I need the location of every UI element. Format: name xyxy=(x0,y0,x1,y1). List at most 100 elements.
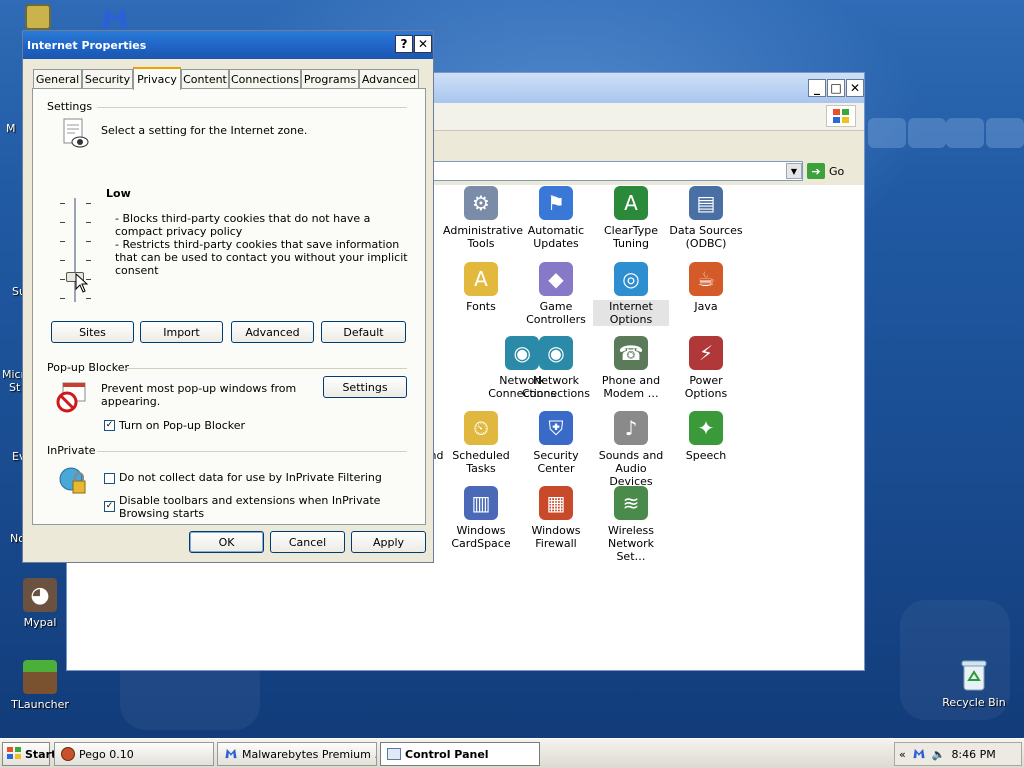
taskbar-button-pego[interactable]: Pego 0.10 xyxy=(54,742,214,766)
phone-modem-icon: ☎ xyxy=(614,336,648,370)
control-panel-item[interactable]: ▦ Windows Firewall xyxy=(518,486,594,550)
tab-security[interactable]: Security xyxy=(82,69,133,89)
desktop-partial-label: St xyxy=(9,381,21,394)
control-panel-item-label: Fonts xyxy=(466,300,496,313)
settings-instruction: Select a setting for the Internet zone. xyxy=(101,124,308,137)
control-panel-item[interactable]: ⚙ Administrative Tools xyxy=(443,186,524,250)
scheduled-tasks-icon: ⏲ xyxy=(464,411,498,445)
sites-button[interactable]: Sites xyxy=(51,321,134,343)
control-panel-item[interactable]: ▥ Windows CardSpace xyxy=(443,486,519,550)
tab-connections[interactable]: Connections xyxy=(229,69,301,89)
minimize-button[interactable]: _ xyxy=(808,79,826,97)
malwarebytes-icon[interactable] xyxy=(100,4,130,30)
chevron-down-icon[interactable]: ▼ xyxy=(786,163,802,179)
decor-tile xyxy=(986,118,1024,148)
internet-options-icon: ◎ xyxy=(614,262,648,296)
control-panel-item[interactable]: ≋ Wireless Network Set… xyxy=(593,486,669,563)
windows-logo-icon xyxy=(6,746,22,763)
privacy-level-description-2: - Restricts third-party cookies that sav… xyxy=(115,238,408,277)
taskbar-button-malwarebytes[interactable]: Malwarebytes Premium … xyxy=(217,742,377,766)
inprivate-lock-icon xyxy=(57,465,89,497)
control-panel-item[interactable]: ◉ Network Connections xyxy=(518,336,594,400)
desktop-icon-label: Recycle Bin xyxy=(942,696,1006,709)
tab-content[interactable]: Content xyxy=(181,69,229,89)
control-panel-item[interactable]: ✦ Speech xyxy=(668,411,744,462)
malwarebytes-tray-icon[interactable] xyxy=(912,747,926,762)
control-panel-item[interactable]: ☕ Java xyxy=(668,262,744,313)
start-button[interactable]: Start xyxy=(2,742,56,766)
desktop-icon-label: TLauncher xyxy=(11,698,69,711)
cancel-button[interactable]: Cancel xyxy=(270,531,345,553)
taskbar-button-control-panel[interactable]: Control Panel xyxy=(380,742,540,766)
gamepad-icon: ◆ xyxy=(539,262,573,296)
default-button[interactable]: Default xyxy=(321,321,406,343)
tab-privacy[interactable]: Privacy xyxy=(133,67,181,90)
inprivate-filtering-checkbox-label: Do not collect data for use by InPrivate… xyxy=(119,471,382,484)
control-panel-item[interactable]: ⛨ Security Center xyxy=(518,411,594,475)
tab-advanced[interactable]: Advanced xyxy=(359,69,419,89)
control-panel-item-label: Speech xyxy=(685,449,727,462)
slider-tick xyxy=(86,222,91,223)
speech-icon: ✦ xyxy=(689,411,723,445)
popup-settings-button[interactable]: Settings xyxy=(323,376,407,398)
control-panel-item-label: Internet Options xyxy=(593,300,669,326)
ok-button[interactable]: OK xyxy=(189,531,264,553)
decor-tile xyxy=(868,118,906,148)
tab-programs[interactable]: Programs xyxy=(301,69,359,89)
decor-tile xyxy=(946,118,984,148)
decor-tile xyxy=(908,118,946,148)
advanced-button[interactable]: Advanced xyxy=(231,321,314,343)
tray-expand-chevron[interactable]: « xyxy=(899,748,906,761)
control-panel-item[interactable]: ▤ Data Sources (ODBC) xyxy=(668,186,744,250)
control-panel-item[interactable]: ◆ Game Controllers xyxy=(518,262,594,326)
clock[interactable]: 8:46 PM xyxy=(951,748,995,761)
wireless-network-icon: ≋ xyxy=(614,486,648,520)
control-panel-item[interactable]: ⚑ Automatic Updates xyxy=(518,186,594,250)
desktop-icon-recycle-bin[interactable]: Recycle Bin xyxy=(934,658,1014,709)
control-panel-item-label: Game Controllers xyxy=(526,300,586,326)
firewall-icon: ▦ xyxy=(539,486,573,520)
system-tray: « 🔈 8:46 PM xyxy=(894,742,1022,766)
maximize-button[interactable]: □ xyxy=(827,79,845,97)
control-panel-item[interactable]: ◎ Internet Options xyxy=(593,262,669,326)
popup-blocked-icon xyxy=(55,381,87,413)
disable-toolbars-checkbox[interactable]: ✓ xyxy=(104,501,115,512)
database-icon: ▤ xyxy=(689,186,723,220)
control-panel-item-label: Phone and Modem … xyxy=(601,374,661,400)
volume-icon[interactable]: 🔈 xyxy=(932,748,946,761)
slider-tick xyxy=(86,203,91,204)
tab-general[interactable]: General xyxy=(33,69,82,89)
help-button[interactable]: ? xyxy=(395,35,413,53)
control-panel-item[interactable]: A ClearType Tuning xyxy=(593,186,669,250)
windows-flag-icon: ⚑ xyxy=(539,186,573,220)
slider-tick xyxy=(60,260,65,261)
recycle-bin-icon xyxy=(957,658,991,692)
raccoon-icon: ◕ xyxy=(23,578,57,612)
dialog-titlebar[interactable]: Internet Properties ? ✕ xyxy=(23,31,433,59)
desktop: M Su Micro St Ev No ◕ Mypal TLauncher Re… xyxy=(0,0,1024,738)
control-panel-item[interactable]: A Fonts xyxy=(443,262,519,313)
inprivate-filtering-checkbox[interactable] xyxy=(104,473,115,484)
close-button[interactable]: ✕ xyxy=(846,79,864,97)
start-label: Start xyxy=(25,747,57,761)
control-panel-item[interactable]: ☎ Phone and Modem … xyxy=(593,336,669,400)
go-arrow-icon: ➔ xyxy=(807,163,825,179)
windows-logo-icon xyxy=(826,105,856,127)
go-button[interactable]: ➔ Go xyxy=(807,161,844,181)
disable-toolbars-checkbox-label: Disable toolbars and extensions when InP… xyxy=(119,494,381,520)
speaker-icon: ♪ xyxy=(614,411,648,445)
close-button[interactable]: ✕ xyxy=(414,35,432,53)
control-panel-item[interactable]: ⚡ Power Options xyxy=(668,336,744,400)
control-panel-item[interactable]: ♪ Sounds and Audio Devices xyxy=(593,411,669,488)
pego-icon xyxy=(25,4,51,30)
control-panel-item[interactable]: ⏲ Scheduled Tasks xyxy=(443,411,519,475)
control-panel-item-label: Java xyxy=(694,300,718,313)
control-panel-item-label: Wireless Network Set… xyxy=(607,524,655,563)
control-panel-item-label: Power Options xyxy=(684,374,728,400)
import-button[interactable]: Import xyxy=(140,321,223,343)
control-panel-item-label: Administrative Tools xyxy=(443,224,524,250)
popup-blocker-checkbox[interactable]: ✓ xyxy=(104,420,115,431)
slider-tick xyxy=(86,260,91,261)
control-panel-icon xyxy=(387,748,401,760)
apply-button[interactable]: Apply xyxy=(351,531,426,553)
